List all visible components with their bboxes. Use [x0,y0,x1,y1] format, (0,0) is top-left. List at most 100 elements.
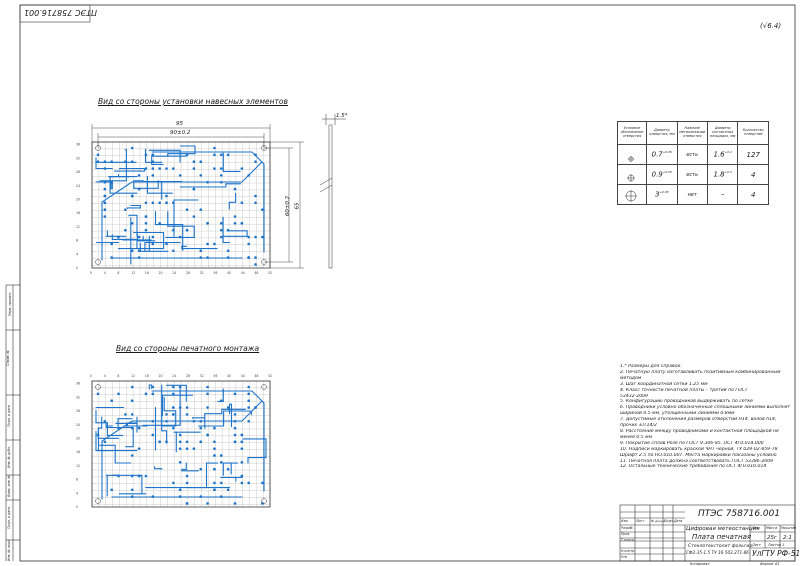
pcb-pad [240,447,244,450]
pcb-pad [151,242,155,246]
pcb-pad [178,495,182,498]
axis-tick-label: 8 [76,239,78,243]
axis-tick-label: 24 [172,374,176,378]
pcb-pad [110,488,113,492]
view-title-print-side: Вид со стороны печатного монтажа [116,344,260,353]
pcb-pad [220,180,223,184]
hole-header-metal: Наличие металлизации отверстия [676,121,708,145]
pcb-pad [254,263,257,266]
axis-tick-label: 8 [117,271,119,275]
pcb-trace [228,193,237,210]
pcb-pad [130,160,134,163]
pcb-pad [151,433,155,437]
pcb-pad [178,406,182,409]
pcb-trace [222,462,238,476]
dim-width-inner: 90±0.2 [170,130,191,136]
pcb-pad [213,440,216,444]
pcb-pad [165,419,168,423]
pcb-pad [213,167,216,170]
drawing-canvas: 0 4 8 12 16 20 24 28 32 36 40 44 48 52048121620242832… [5,4,796,562]
pcb-pad [247,406,250,409]
pcb-pad [226,256,230,259]
pcb-trace [151,390,265,492]
hole-diameter: 0.7 [651,150,663,159]
axis-tick-label: 40 [227,271,231,275]
pcb-pad [110,399,113,403]
axis-tick-label: 36 [76,382,80,386]
pcb-pad [220,495,223,498]
pcb-trace [222,152,241,172]
axis-tick-label: 32 [76,156,80,160]
pcb-pad [226,249,230,253]
pcb-pad [185,474,189,478]
pcb-pad [213,426,216,430]
pcb-pad [254,256,257,259]
pcb-pad [199,495,203,498]
pcb-pad [240,461,244,464]
pcb-pad [233,215,237,218]
pcb-pad [151,392,155,396]
pcb-pad [178,447,182,450]
axis-tick-label: 32 [200,271,204,275]
note-line: 8. Расстояние между проводниками и конта… [620,428,779,434]
pcb-pad [130,194,134,198]
pcb-pad [158,201,161,205]
pcb-pad [103,187,107,191]
axis-tick-label: 24 [76,184,80,188]
pcb-pad [137,235,141,239]
pcb-pad [110,256,113,259]
hole-pad-tol: +0.1 [724,150,732,155]
pcb-trace [146,175,173,194]
pcb-pad [178,488,182,492]
axis-tick-label: 8 [76,478,78,482]
axis-tick-label: 48 [254,271,258,275]
pcb-pad [165,242,168,246]
pcb-pad [254,406,257,409]
axis-tick-label: 12 [131,374,135,378]
pcb-pad [124,228,127,232]
pcb-pad [206,392,209,396]
copied-label: Копировал [690,562,710,566]
axis-tick-label: 4 [104,374,106,378]
axis-tick-label: 36 [213,374,217,378]
pcb-pad [213,146,216,150]
pcb-pad [144,392,148,396]
pcb-pad [185,481,189,485]
pcb-pad [96,153,100,157]
pcb-pad [213,447,216,450]
pcb-pad [165,201,168,205]
pcb-pad [199,208,203,211]
pcb-pad [130,413,134,416]
pcb-pad [144,474,148,478]
pcb-pad [151,167,155,170]
hole-diameter-tol: +0.05 [662,170,672,175]
pcb-pad [226,153,230,157]
pcb-pad [178,385,182,389]
pcb-pad [213,454,216,457]
hole-row: 3+0.05 нет – 4 [616,184,769,205]
pcb-pad [254,201,257,205]
pcb-pad [151,385,155,389]
drawing-sheet: 0 4 8 12 16 20 24 28 32 36 40 44 48 52 0 4 8 12 16 20 24 28 32… [0,0,800,566]
pcb-pad [220,222,223,225]
pcb-pad [137,187,141,191]
pcb-pad [130,426,134,430]
scale-value: 2:1 [783,535,792,541]
pcb-pad [247,235,250,239]
pcb-pad [103,180,107,184]
pcb-pad [144,167,148,170]
pcb-trace [105,474,120,497]
hole-table: Условное обозначение отверстия Диаметр о… [616,121,769,205]
pcb-trace [95,157,113,170]
pcb-pad [151,419,155,423]
pcb-pad [151,235,155,239]
axis-tick-label: 16 [145,271,149,275]
pcb-pad [192,447,196,450]
medium-hole-icon [616,164,648,185]
pcb-pad [144,222,148,225]
axis-tick-label: 36 [76,143,80,147]
pcb-trace [242,438,267,464]
pcb-pad [233,392,237,396]
pcb-pad [158,440,161,444]
pcb-pad [144,153,148,157]
